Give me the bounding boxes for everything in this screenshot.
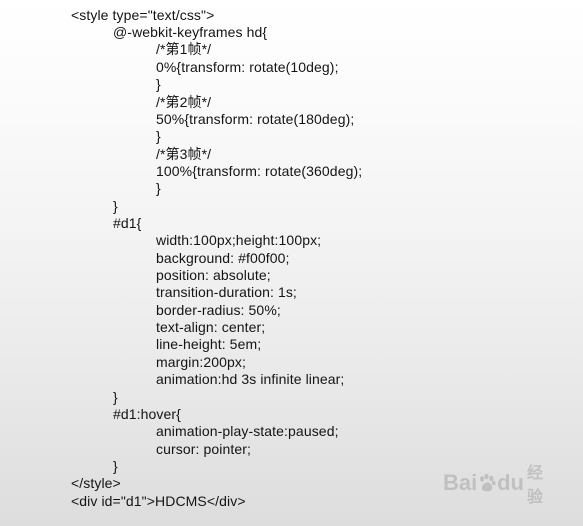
baidu-jingyan-watermark: Bai du 经验	[443, 463, 553, 506]
code-line: @-webkit-keyframes hd{	[113, 24, 268, 40]
code-line: cursor: pointer;	[156, 441, 251, 457]
code-line: border-radius: 50%;	[156, 302, 281, 318]
code-line: #d1:hover{	[113, 406, 181, 422]
watermark-brand-right: du	[497, 470, 524, 495]
code-line: <style type="text/css">	[71, 7, 215, 23]
code-line: animation:hd 3s infinite linear;	[156, 371, 345, 387]
code-line: transition-duration: 1s;	[156, 284, 297, 300]
code-line: }	[113, 198, 118, 214]
code-line: line-height: 5em;	[156, 336, 262, 352]
watermark-suffix: 经验	[527, 463, 544, 506]
code-line: #d1{	[113, 215, 142, 231]
code-line: background: #f00f00;	[156, 250, 290, 266]
code-line: 0%{transform: rotate(10deg);	[156, 59, 339, 75]
code-line: </style>	[71, 475, 121, 491]
code-line: }	[113, 458, 118, 474]
code-line: /*第1帧*/	[156, 41, 212, 57]
watermark-brand-left: Bai	[443, 470, 478, 495]
code-line: <div id="d1">HDCMS</div>	[71, 493, 246, 509]
code-line: 50%{transform: rotate(180deg);	[156, 111, 355, 127]
code-line: 100%{transform: rotate(360deg);	[156, 163, 363, 179]
code-line: }	[156, 76, 161, 92]
code-line: }	[113, 389, 118, 405]
code-line: position: absolute;	[156, 267, 271, 283]
code-line: }	[156, 180, 161, 196]
code-line: /*第2帧*/	[156, 94, 212, 110]
code-line: margin:200px;	[156, 354, 247, 370]
baidu-paw-icon	[480, 473, 496, 492]
code-line: /*第3帧*/	[156, 146, 212, 162]
code-line: text-align: center;	[156, 319, 266, 335]
code-line: animation-play-state:paused;	[156, 423, 339, 439]
code-line: width:100px;height:100px;	[156, 232, 322, 248]
code-line: }	[156, 128, 161, 144]
